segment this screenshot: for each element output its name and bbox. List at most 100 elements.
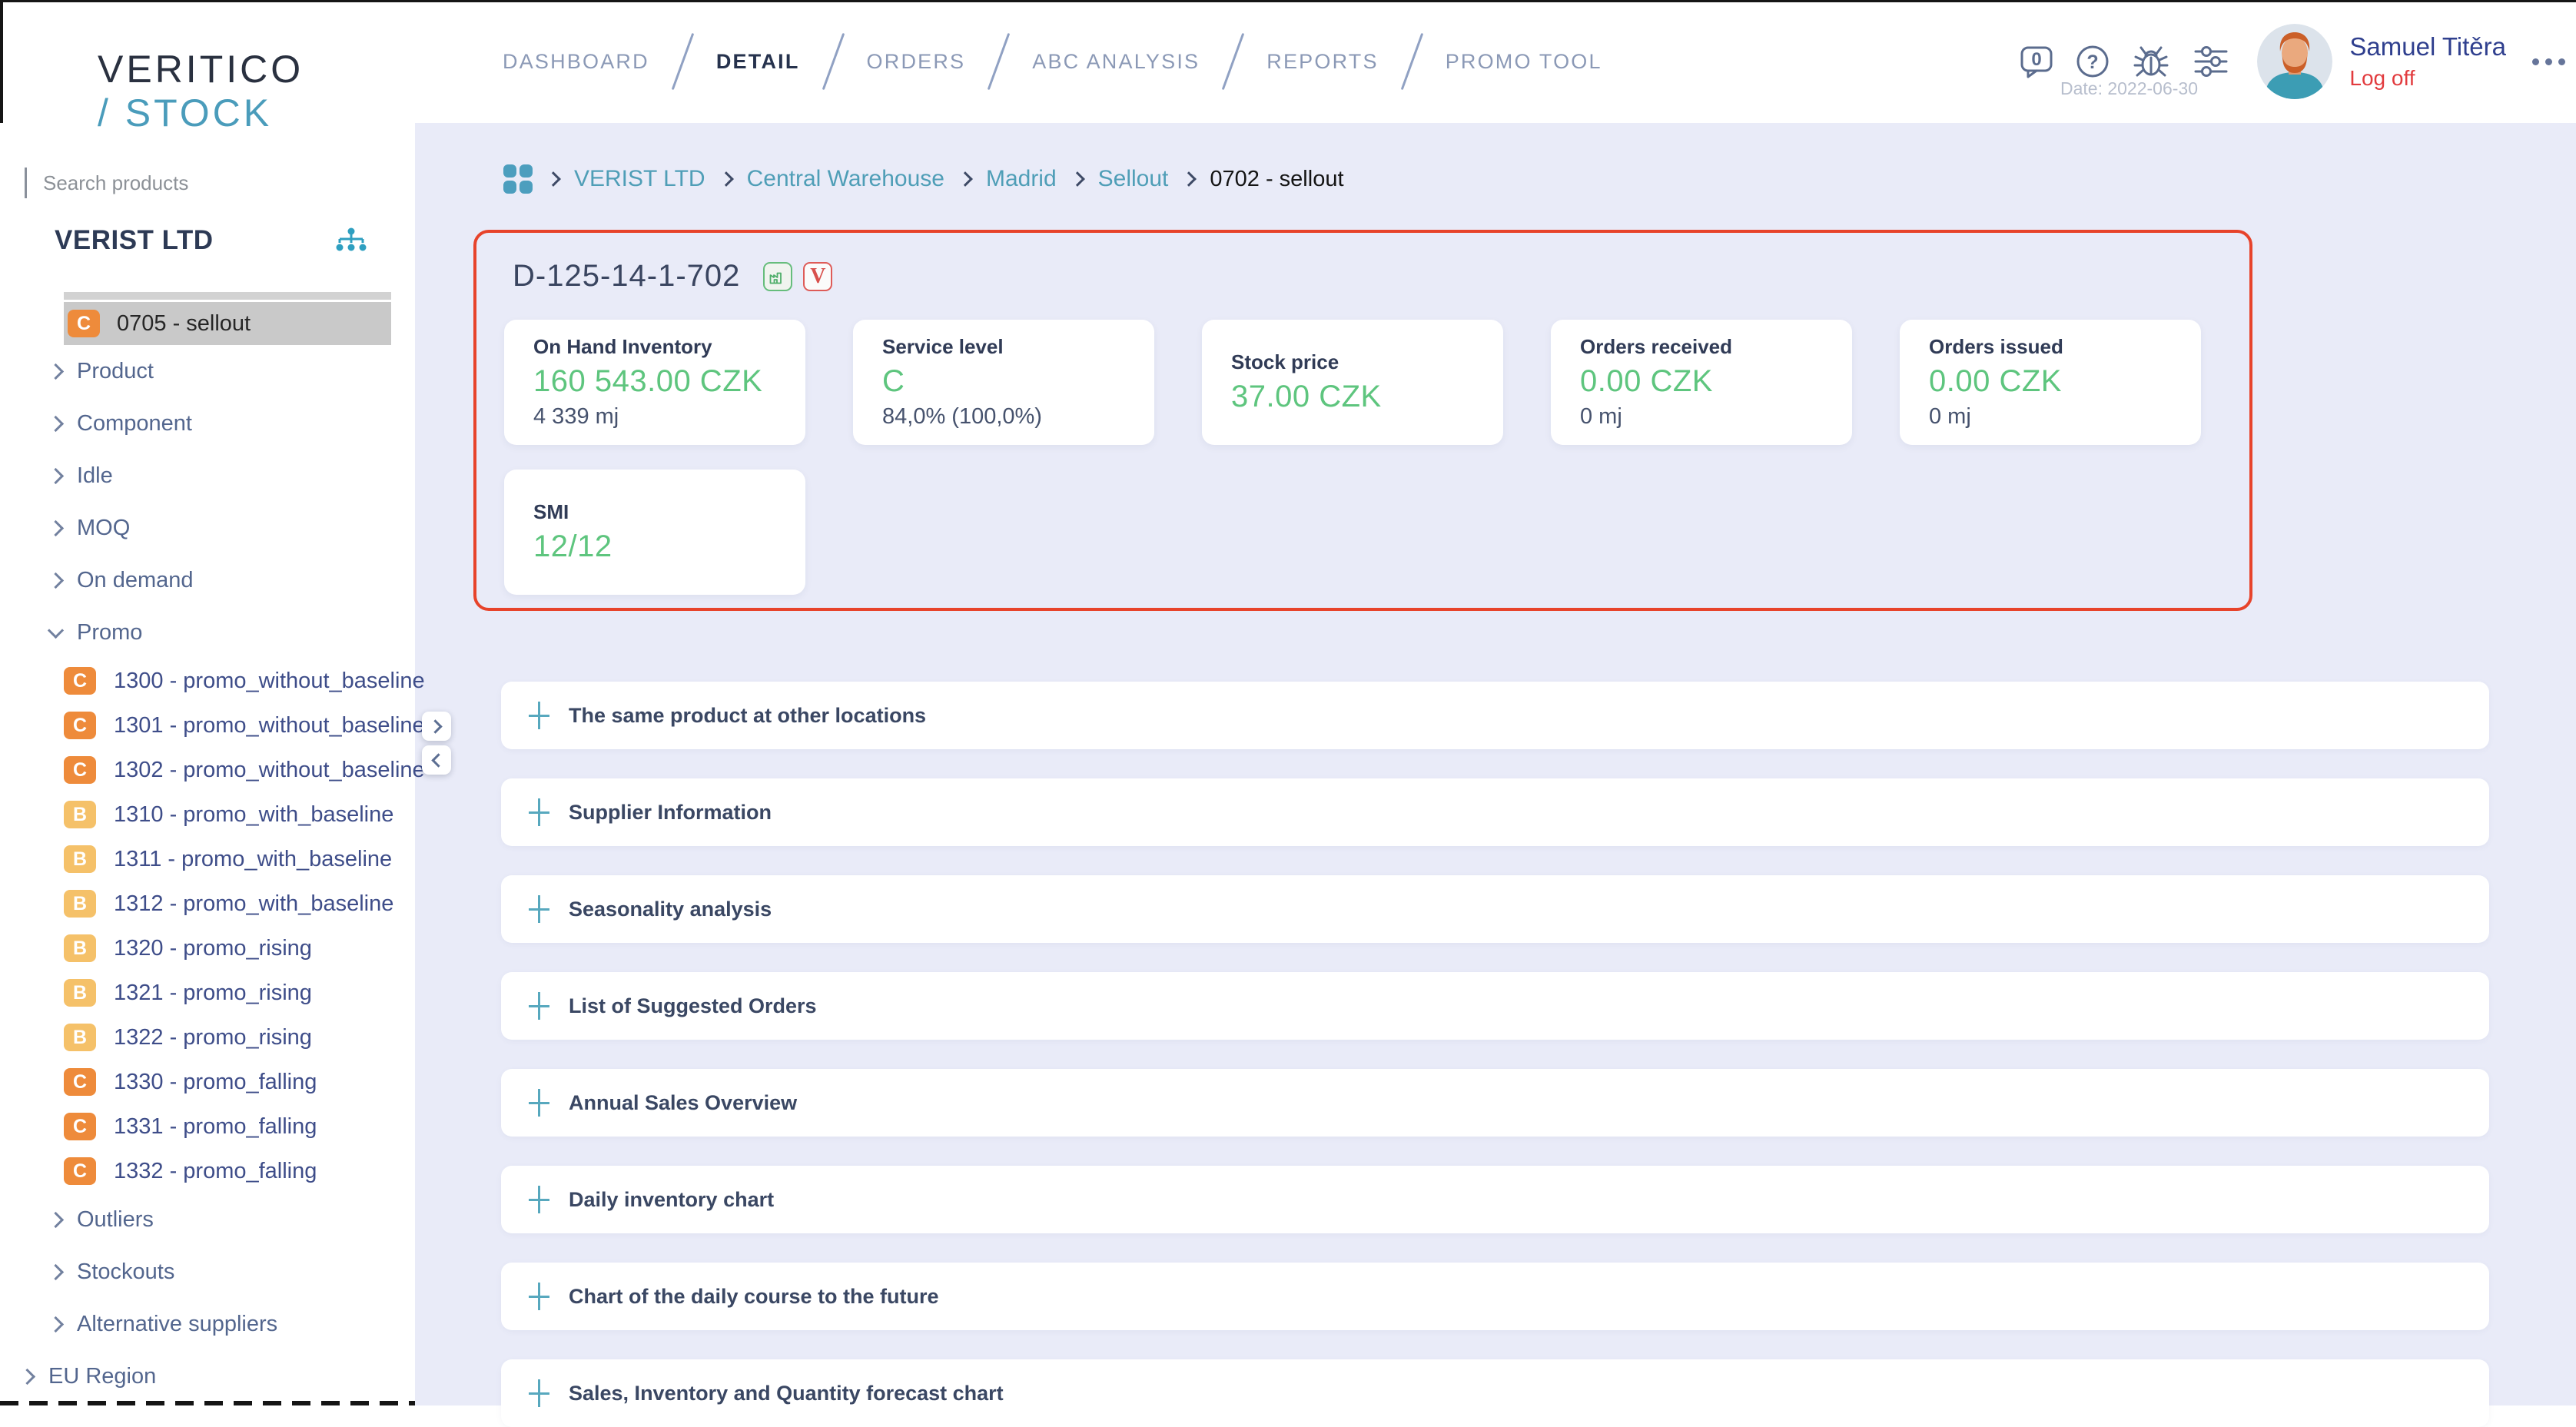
breadcrumb-current: 0702 - sellout <box>1210 167 1343 192</box>
section-daily-course-future-chart[interactable]: Chart of the daily course to the future <box>501 1263 2489 1330</box>
abc-class-badge: C <box>64 667 96 695</box>
window-edge-top <box>0 0 2576 2</box>
plus-icon <box>526 1186 552 1213</box>
sidebar-item-1332[interactable]: C 1332 - promo_falling <box>0 1149 415 1193</box>
abc-class-badge: C <box>64 1113 96 1140</box>
settings-button[interactable] <box>2193 44 2229 79</box>
debug-button[interactable] <box>2131 42 2171 81</box>
more-menu-button[interactable] <box>2532 58 2565 65</box>
section-label: List of Suggested Orders <box>569 994 817 1018</box>
sidebar-item-outliers[interactable]: Outliers <box>0 1193 415 1246</box>
sidebar-expand-button[interactable] <box>422 712 451 741</box>
section-supplier-information[interactable]: Supplier Information <box>501 778 2489 846</box>
sidebar-item-1330[interactable]: C 1330 - promo_falling <box>0 1060 415 1104</box>
sidebar-item-1322[interactable]: B 1322 - promo_rising <box>0 1015 415 1060</box>
sidebar: VERITICO / STOCK VERIST LTD C 0705 - sel… <box>0 0 415 1405</box>
section-sales-inventory-quantity-forecast[interactable]: Sales, Inventory and Quantity forecast c… <box>501 1359 2489 1427</box>
v-badge[interactable]: V <box>803 262 832 291</box>
section-same-product-other-locations[interactable]: The same product at other locations <box>501 682 2489 749</box>
sidebar-item-1320[interactable]: B 1320 - promo_rising <box>0 926 415 971</box>
sidebar-item-stockouts[interactable]: Stockouts <box>0 1246 415 1298</box>
nav-promo-tool[interactable]: PROMO TOOL <box>1446 50 1602 74</box>
sidebar-item-1310[interactable]: B 1310 - promo_with_baseline <box>0 792 415 837</box>
v-badge-letter: V <box>810 264 825 289</box>
sidebar-item-alternative-suppliers[interactable]: Alternative suppliers <box>0 1298 415 1350</box>
plus-icon <box>526 1379 552 1407</box>
sidebar-item-label: Outliers <box>77 1207 154 1233</box>
logo-line1: VERITICO <box>98 48 415 91</box>
sidebar-item-label: Alternative suppliers <box>77 1312 277 1337</box>
sidebar-collapse-button[interactable] <box>422 745 451 775</box>
product-title-row: D-125-14-1-702 V <box>513 259 832 294</box>
window-edge-left <box>0 0 3 123</box>
logoff-link[interactable]: Log off <box>2349 66 2506 91</box>
sidebar-item-moq[interactable]: MOQ <box>0 502 415 554</box>
breadcrumb-warehouse[interactable]: Central Warehouse <box>747 166 944 192</box>
search-input[interactable] <box>41 171 367 196</box>
abc-class-badge: C <box>64 756 96 784</box>
abc-class-badge: B <box>64 979 96 1007</box>
nav-dashboard[interactable]: DASHBOARD <box>503 50 649 74</box>
sidebar-item-1312[interactable]: B 1312 - promo_with_baseline <box>0 881 415 926</box>
sidebar-item-1311[interactable]: B 1311 - promo_with_baseline <box>0 837 415 881</box>
sidebar-item-label: Stockouts <box>77 1259 174 1285</box>
sidebar-item-idle[interactable]: Idle <box>0 450 415 502</box>
kpi-orders-issued: Orders issued 0.00 CZK 0 mj <box>1900 320 2201 445</box>
logo-line2: / STOCK <box>98 91 415 135</box>
product-detail-panel: D-125-14-1-702 V On Hand Inventory 160 5… <box>473 230 2252 611</box>
sidebar-item-promo[interactable]: Promo <box>0 606 415 659</box>
kpi-value: 0.00 CZK <box>1580 364 1852 399</box>
sidebar-item-1301[interactable]: C 1301 - promo_without_baseline <box>0 703 415 748</box>
chevron-right-icon <box>48 363 64 379</box>
factory-badge[interactable] <box>763 262 792 291</box>
user-name[interactable]: Samuel Titěra <box>2349 32 2506 61</box>
nav-separator <box>988 33 1010 90</box>
section-annual-sales-overview[interactable]: Annual Sales Overview <box>501 1069 2489 1137</box>
hierarchy-icon[interactable] <box>334 227 369 254</box>
section-daily-inventory-chart[interactable]: Daily inventory chart <box>501 1166 2489 1233</box>
kpi-label: SMI <box>533 500 805 524</box>
grid-home-icon[interactable] <box>503 164 533 194</box>
sidebar-item-product[interactable]: Product <box>0 345 415 397</box>
sidebar-item-label: 1301 - promo_without_baseline <box>114 713 425 738</box>
company-row: VERIST LTD <box>55 223 369 258</box>
kpi-sub: 0 mj <box>1929 404 2201 430</box>
nav-separator <box>1400 33 1422 90</box>
abc-class-badge: B <box>64 890 96 918</box>
section-label: Chart of the daily course to the future <box>569 1285 939 1309</box>
sidebar-item-on-demand[interactable]: On demand <box>0 554 415 606</box>
breadcrumb-chevron-icon <box>1181 171 1197 187</box>
section-suggested-orders[interactable]: List of Suggested Orders <box>501 972 2489 1040</box>
sidebar-item-1321[interactable]: B 1321 - promo_rising <box>0 971 415 1015</box>
sidebar-item-label: 1322 - promo_rising <box>114 1025 312 1050</box>
sidebar-item-1331[interactable]: C 1331 - promo_falling <box>0 1104 415 1149</box>
factory-icon <box>768 267 788 287</box>
help-button[interactable]: ? <box>2076 45 2110 78</box>
breadcrumb-company[interactable]: VERIST LTD <box>574 166 705 192</box>
kpi-sub: 4 339 mj <box>533 404 805 430</box>
sidebar-item-0705-sellout-selected[interactable]: C 0705 - sellout <box>64 302 391 345</box>
sidebar-item-label: Product <box>77 359 154 384</box>
sidebar-item-1302[interactable]: C 1302 - promo_without_baseline <box>0 748 415 792</box>
user-avatar[interactable] <box>2257 24 2332 99</box>
abc-class-badge: B <box>64 1024 96 1051</box>
sidebar-item-label: 1302 - promo_without_baseline <box>114 758 425 783</box>
app-logo: VERITICO / STOCK <box>98 48 415 135</box>
sidebar-item-component[interactable]: Component <box>0 397 415 450</box>
sidebar-item-1300[interactable]: C 1300 - promo_without_baseline <box>0 659 415 703</box>
top-header: DASHBOARD DETAIL ORDERS ABC ANALYSIS REP… <box>415 0 2576 123</box>
breadcrumb-category[interactable]: Sellout <box>1098 166 1169 192</box>
section-seasonality-analysis[interactable]: Seasonality analysis <box>501 875 2489 943</box>
scroll-partial-item <box>64 292 391 300</box>
chevron-right-icon <box>48 1263 64 1279</box>
chevron-right-icon <box>48 1316 64 1332</box>
sidebar-item-eu-region[interactable]: EU Region <box>0 1350 415 1402</box>
nav-orders[interactable]: ORDERS <box>867 50 966 74</box>
breadcrumb-location[interactable]: Madrid <box>986 166 1057 192</box>
nav-separator <box>822 33 844 90</box>
nav-detail[interactable]: DETAIL <box>716 50 800 74</box>
nav-reports[interactable]: REPORTS <box>1266 50 1378 74</box>
section-label: The same product at other locations <box>569 704 926 728</box>
notifications-button[interactable]: 0 <box>2019 44 2054 79</box>
nav-abc-analysis[interactable]: ABC ANALYSIS <box>1032 50 1200 74</box>
